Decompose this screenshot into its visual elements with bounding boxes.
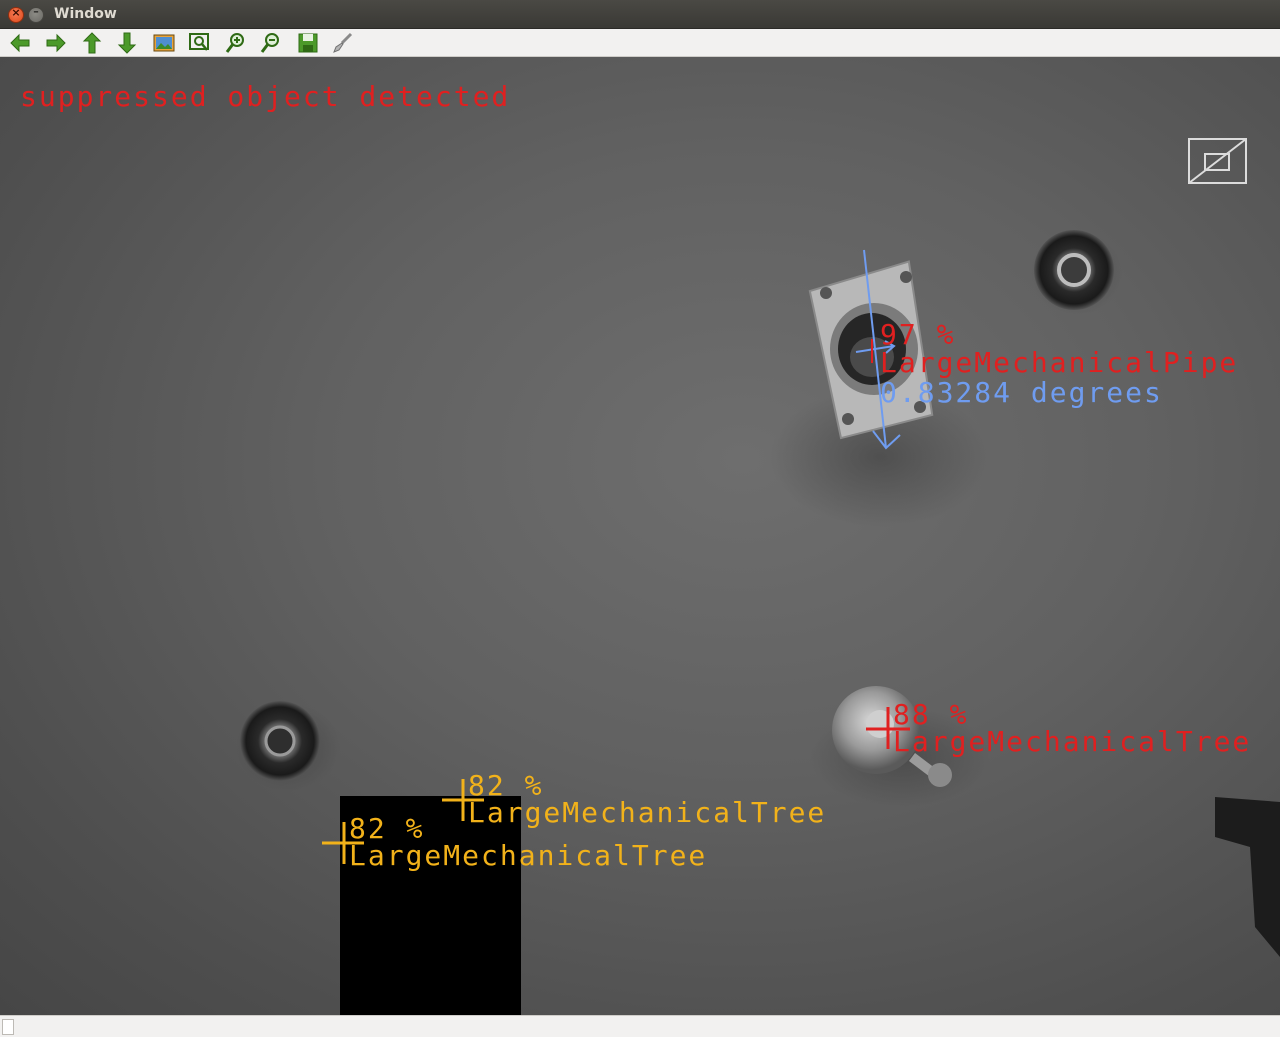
title-bar: × – Window bbox=[0, 0, 1280, 29]
pan-right-button[interactable] bbox=[44, 31, 68, 55]
status-grip bbox=[2, 1019, 14, 1035]
tree-mid-label: LargeMechanicalTree bbox=[468, 796, 827, 829]
image-icon bbox=[153, 34, 175, 52]
pan-up-button[interactable] bbox=[80, 31, 104, 55]
close-button[interactable]: × bbox=[8, 6, 24, 23]
save-icon bbox=[298, 33, 318, 53]
minimize-icon: – bbox=[33, 5, 39, 18]
bearing-bottom-left bbox=[236, 701, 340, 791]
pan-left-button[interactable] bbox=[8, 31, 32, 55]
zoom-fit-icon bbox=[189, 33, 209, 51]
pipe-confidence: 97 % bbox=[880, 318, 956, 351]
zoom-fit-button[interactable] bbox=[188, 31, 212, 55]
toolbar bbox=[0, 29, 1280, 57]
tree-left-label: LargeMechanicalTree bbox=[349, 839, 708, 872]
brush-icon bbox=[333, 32, 353, 53]
pipe-label: LargeMechanicalPipe bbox=[880, 346, 1239, 379]
dark-object-edge bbox=[1215, 797, 1280, 957]
pan-down-button[interactable] bbox=[115, 31, 139, 55]
arrow-down-icon bbox=[117, 32, 137, 54]
zoom-in-button[interactable] bbox=[224, 31, 248, 55]
zoom-original-button[interactable] bbox=[152, 31, 176, 55]
pipe-angle: 0.83284 degrees bbox=[880, 376, 1163, 409]
minimize-button[interactable]: – bbox=[28, 5, 44, 23]
zoom-out-button[interactable] bbox=[259, 31, 283, 55]
save-button[interactable] bbox=[296, 31, 320, 55]
arrow-right-icon bbox=[46, 33, 66, 53]
zoom-in-icon bbox=[225, 33, 244, 53]
properties-button[interactable] bbox=[331, 31, 355, 55]
close-icon: × bbox=[11, 6, 21, 19]
reference-marker bbox=[1188, 138, 1247, 184]
status-bar bbox=[0, 1015, 1280, 1037]
window-title: Window bbox=[54, 6, 117, 22]
detection-status-text: suppressed object detected bbox=[20, 80, 511, 113]
image-viewport[interactable]: suppressed object detected 97 % LargeMec… bbox=[0, 57, 1280, 1015]
arrow-left-icon bbox=[10, 33, 30, 53]
zoom-out-icon bbox=[260, 33, 279, 53]
tree-right-label: LargeMechanicalTree bbox=[893, 725, 1252, 758]
bearing-top-right bbox=[1030, 230, 1122, 315]
arrow-up-icon bbox=[82, 32, 102, 54]
